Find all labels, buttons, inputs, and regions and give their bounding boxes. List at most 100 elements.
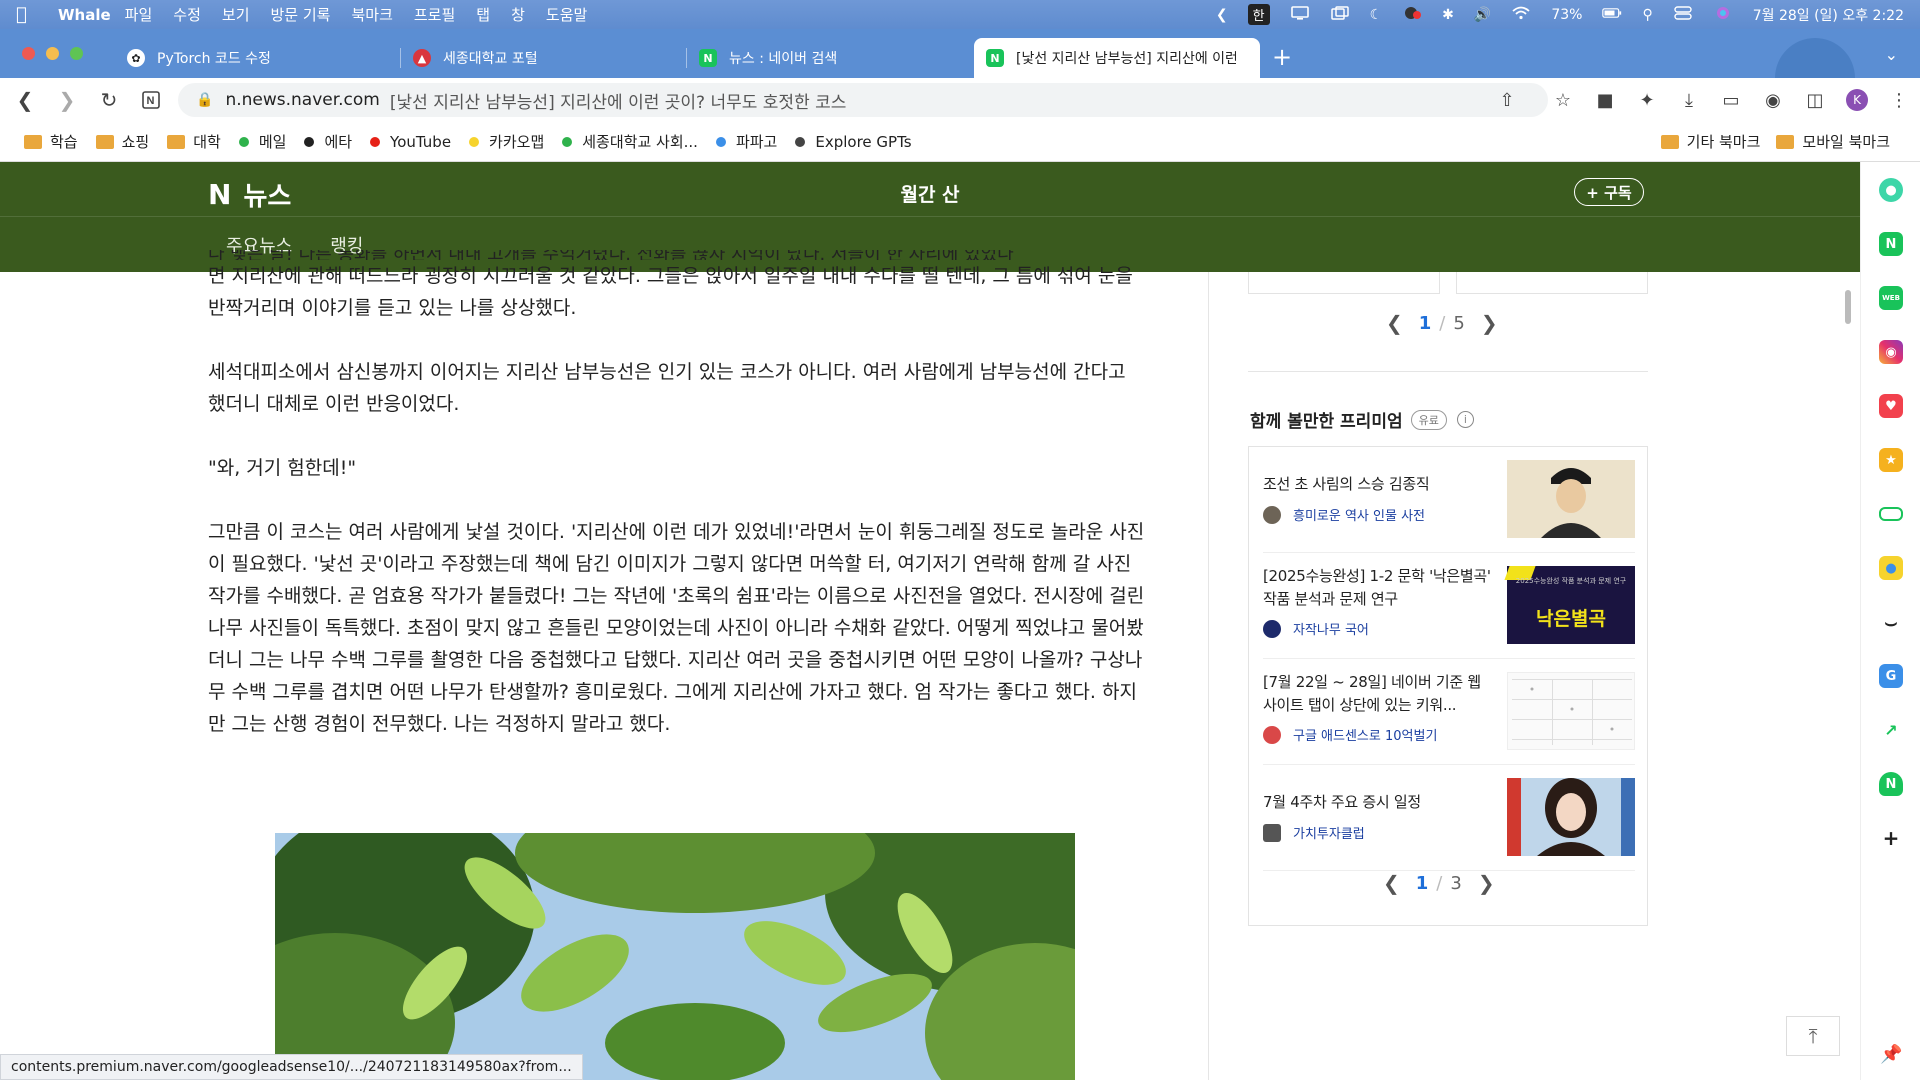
- video-camera-icon[interactable]: ■: [1584, 82, 1626, 118]
- favorites-star-icon[interactable]: ★: [1879, 448, 1903, 472]
- menu-file[interactable]: 파일: [125, 4, 153, 25]
- menu-view[interactable]: 보기: [222, 4, 250, 25]
- close-window-button[interactable]: [22, 47, 35, 60]
- kakaomap-icon: [469, 136, 480, 147]
- mobile-view-icon[interactable]: ▭: [1710, 82, 1752, 118]
- bookmark-star-icon[interactable]: ☆: [1542, 82, 1584, 118]
- pager-prev-icon[interactable]: ❮: [1386, 311, 1403, 335]
- control-center-icon[interactable]: [1673, 5, 1693, 24]
- stock-chart-icon[interactable]: ↗: [1879, 718, 1903, 742]
- map-pin-icon[interactable]: ●: [1879, 556, 1903, 580]
- page-scrollbar-thumb[interactable]: [1845, 290, 1851, 324]
- naver-icon[interactable]: N: [1879, 232, 1903, 256]
- moon-icon[interactable]: ☾: [1370, 7, 1383, 23]
- premium-item[interactable]: [7월 22일 ~ 28일] 네이버 기준 웹사이트 탭이 상단에 있는 키워.…: [1263, 659, 1635, 765]
- bookmark-folder-shopping[interactable]: 쇼핑: [95, 131, 149, 152]
- bookmark-explore-gpts[interactable]: Explore GPTs: [795, 133, 912, 151]
- browser-tab-strip: ✿ PyTorch 코드 수정 ▲ 세종대학교 포털 N 뉴스 : 네이버 검색…: [0, 29, 1920, 78]
- bookmark-papago[interactable]: 파파고: [715, 131, 777, 152]
- pager-total: 5: [1453, 312, 1465, 334]
- subscribe-button[interactable]: + 구독: [1574, 178, 1644, 206]
- bookmark-folder-other[interactable]: 기타 북마크: [1660, 131, 1760, 152]
- menu-history[interactable]: 방문 기록: [271, 4, 331, 25]
- scroll-to-top-button[interactable]: ⤒: [1786, 1016, 1840, 1056]
- new-tab-button[interactable]: +: [1272, 43, 1292, 71]
- windows-icon[interactable]: [1330, 5, 1350, 24]
- bluetooth-icon[interactable]: ✱: [1442, 7, 1454, 23]
- menu-tab[interactable]: 탭: [476, 4, 490, 25]
- premium-item-source[interactable]: 구글 애드센스로 10억벌기: [1263, 725, 1437, 744]
- back-icon[interactable]: ❮: [4, 82, 46, 118]
- clock-datetime[interactable]: 7월 28일 (일) 오후 2:22: [1753, 5, 1904, 25]
- premium-item[interactable]: 조선 초 사림의 스승 김종직 흥미로운 역사 인물 사전: [1263, 447, 1635, 553]
- bookmark-mail[interactable]: 메일: [238, 131, 286, 152]
- profile-avatar[interactable]: K: [1836, 82, 1878, 118]
- bar-icon[interactable]: [1879, 507, 1903, 521]
- pin-icon[interactable]: 📌: [1880, 1044, 1902, 1065]
- add-sidebar-item-icon[interactable]: +: [1879, 826, 1903, 850]
- forward-icon[interactable]: ❯: [46, 82, 88, 118]
- pager-prev-icon[interactable]: ❮: [1383, 871, 1400, 895]
- smile-icon[interactable]: ⌣: [1879, 610, 1903, 634]
- bookmark-kakaomap[interactable]: 카카오맵: [469, 131, 544, 152]
- tab-naver-search[interactable]: N 뉴스 : 네이버 검색: [687, 38, 973, 78]
- info-icon[interactable]: i: [1456, 411, 1474, 428]
- bookmark-sejong-social[interactable]: 세종대학교 사회...: [562, 131, 698, 152]
- zoom-window-button[interactable]: [70, 47, 83, 60]
- instagram-icon[interactable]: ◉: [1879, 340, 1903, 364]
- premium-item[interactable]: 7월 4주차 주요 증시 일정 가치투자클럽: [1263, 765, 1635, 871]
- related-card[interactable]: [1456, 272, 1648, 294]
- menu-window[interactable]: 창: [511, 4, 525, 25]
- premium-item-source[interactable]: 자작나무 국어: [1263, 619, 1369, 638]
- split-view-icon[interactable]: ◫: [1794, 82, 1836, 118]
- notification-app-icon[interactable]: [1402, 6, 1422, 24]
- translate-icon[interactable]: G: [1879, 664, 1903, 688]
- tab-pytorch[interactable]: ✿ PyTorch 코드 수정: [115, 38, 401, 78]
- tab-active-article[interactable]: N [낯선 지리산 남부능선] 지리산에 이런: [974, 38, 1260, 78]
- tab-sejong-portal[interactable]: ▲ 세종대학교 포털: [401, 38, 687, 78]
- menu-bookmarks[interactable]: 북마크: [351, 4, 392, 25]
- menu-help[interactable]: 도움말: [546, 4, 587, 25]
- bookmark-folder-mobile[interactable]: 모바일 북마크: [1776, 131, 1890, 152]
- bookmark-folder-study[interactable]: 학습: [24, 131, 78, 152]
- reload-icon[interactable]: ↻: [88, 82, 130, 118]
- premium-pager: ❮ 1 / 3 ❯: [1383, 871, 1495, 895]
- premium-item-source[interactable]: 흥미로운 역사 인물 사전: [1263, 505, 1425, 524]
- input-source-indicator[interactable]: 한: [1247, 4, 1270, 25]
- chevron-left-icon[interactable]: ❮: [1216, 7, 1228, 23]
- share-icon[interactable]: ⇧: [1486, 82, 1528, 118]
- webtoon-icon[interactable]: WEB: [1879, 286, 1903, 310]
- spotlight-search-icon[interactable]: ⚲: [1642, 7, 1652, 23]
- wifi-icon[interactable]: [1511, 6, 1531, 24]
- menu-edit[interactable]: 수정: [173, 4, 201, 25]
- battery-icon[interactable]: [1602, 6, 1622, 24]
- bookmark-folder-university[interactable]: 대학: [167, 131, 221, 152]
- whale-space-icon[interactable]: ●: [1879, 178, 1903, 202]
- lock-icon[interactable]: 🔒: [196, 92, 213, 108]
- download-icon[interactable]: ⤓: [1668, 82, 1710, 118]
- tab-label: [낯선 지리산 남부능선] 지리산에 이런: [1016, 51, 1236, 67]
- capture-icon[interactable]: ◉: [1752, 82, 1794, 118]
- naver-home-icon[interactable]: N: [130, 82, 172, 118]
- apple-menu-icon[interactable]: : [16, 4, 46, 25]
- naver-pay-icon[interactable]: N: [1879, 772, 1903, 796]
- minimize-window-button[interactable]: [46, 47, 59, 60]
- premium-item-source[interactable]: 가치투자클럽: [1263, 823, 1365, 842]
- display-icon[interactable]: [1290, 5, 1310, 24]
- address-bar[interactable]: 🔒 n.news.naver.com [낯선 지리산 남부능선] 지리산에 이런…: [178, 83, 1548, 117]
- app-menu-whale[interactable]: Whale: [58, 6, 111, 24]
- more-menu-icon[interactable]: ⋮: [1878, 82, 1920, 118]
- bookmark-everytime[interactable]: 에타: [304, 131, 352, 152]
- menu-profile[interactable]: 프로필: [414, 4, 455, 25]
- tab-list-chevron-icon[interactable]: ⌄: [1885, 45, 1898, 64]
- premium-item[interactable]: [2025수능완성] 1-2 문학 '낙은별곡' 작품 분석과 문제 연구 자작…: [1263, 553, 1635, 659]
- pocket-icon[interactable]: ♥: [1879, 394, 1903, 418]
- bookmark-youtube[interactable]: YouTube: [370, 133, 451, 151]
- pager-next-icon[interactable]: ❯: [1481, 311, 1498, 335]
- volume-icon[interactable]: 🔊: [1474, 7, 1491, 23]
- pager-next-icon[interactable]: ❯: [1478, 871, 1495, 895]
- extensions-icon[interactable]: ✦: [1626, 82, 1668, 118]
- browser-toolbar: ❮ ❯ ↻ N 🔒 n.news.naver.com [낯선 지리산 남부능선]…: [0, 78, 1920, 122]
- siri-icon[interactable]: [1713, 6, 1733, 24]
- related-card[interactable]: [1248, 272, 1440, 294]
